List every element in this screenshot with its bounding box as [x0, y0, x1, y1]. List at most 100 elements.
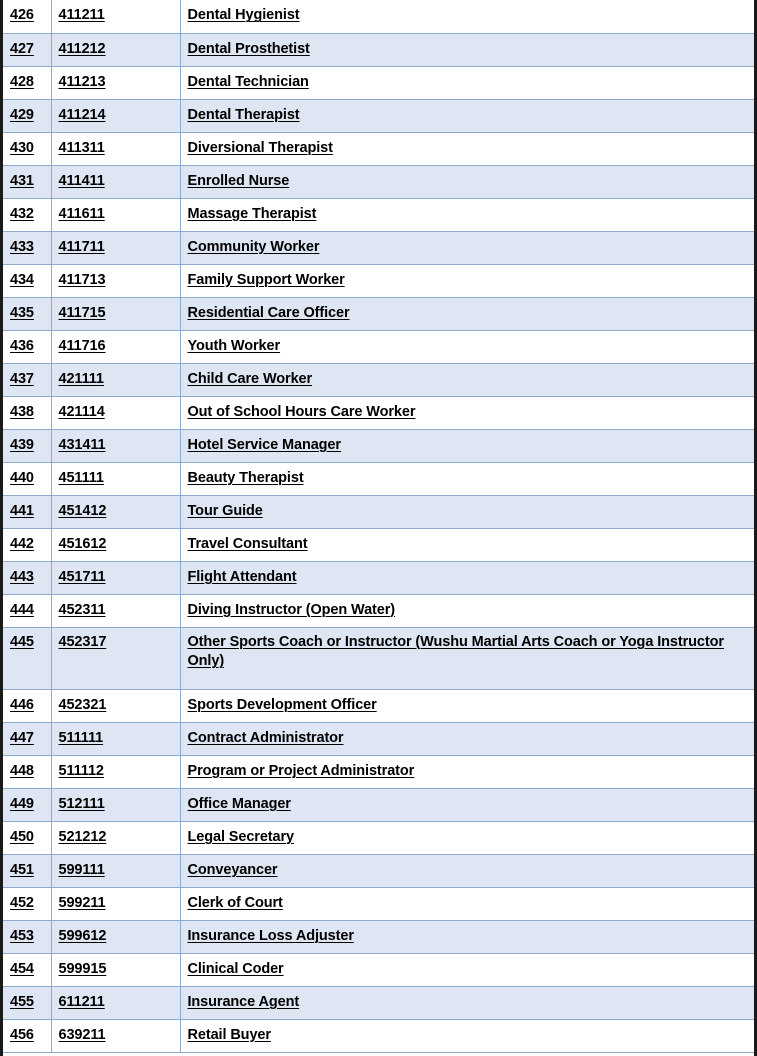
occupation-name-text: Other Sports Coach or Instructor (Wushu … — [187, 633, 724, 670]
cell-occupation-code: 451612 — [51, 527, 181, 562]
cell-occupation-name: Dental Prosthetist — [180, 32, 754, 67]
table-row: 434 411713 Family Support Worker — [3, 263, 754, 298]
cell-occupation-code: 411715 — [51, 296, 181, 331]
cell-occupation-code: 411411 — [51, 164, 181, 199]
table-row: 444 452311 Diving Instructor (Open Water) — [3, 593, 754, 628]
row-number-text: 426 — [10, 7, 34, 24]
occupation-code-text: 452321 — [58, 696, 107, 713]
row-number-text: 435 — [10, 304, 34, 321]
table-row: 429 411214 Dental Therapist — [3, 98, 754, 133]
cell-occupation-name: Insurance Loss Adjuster — [180, 919, 754, 954]
occupation-name-text: Clinical Coder — [187, 960, 284, 977]
occupation-name-text: Community Worker — [187, 238, 320, 255]
table-row: 438 421114 Out of School Hours Care Worker — [3, 395, 754, 430]
cell-occupation-code: 452317 — [51, 626, 181, 690]
row-number-text: 441 — [10, 502, 34, 519]
occupation-code-text: 451612 — [58, 535, 107, 552]
occupation-name-text: Youth Worker — [187, 337, 281, 354]
cell-row-number: 448 — [3, 754, 52, 789]
occupation-name-text: Contract Administrator — [187, 729, 344, 746]
occupation-code-text: 411715 — [58, 304, 106, 321]
table-row: 453 599612 Insurance Loss Adjuster — [3, 919, 754, 954]
table-row: 432 411611 Massage Therapist — [3, 197, 754, 232]
occupation-name-text: Out of School Hours Care Worker — [187, 403, 416, 420]
table-row: 435 411715 Residential Care Officer — [3, 296, 754, 331]
table-row: 437 421111 Child Care Worker — [3, 362, 754, 397]
cell-occupation-name: Diversional Therapist — [180, 131, 754, 166]
occupation-list-page: 426 411211 Dental Hygienist 427 411212 Dental… — [0, 0, 757, 1056]
occupation-name-text: Hotel Service Manager — [187, 436, 342, 453]
table-row: 439 431411 Hotel Service Manager — [3, 428, 754, 463]
table-row: 428 411213 Dental Technician — [3, 65, 754, 100]
occupation-code-text: 639211 — [58, 1026, 106, 1043]
table-row: 449 512111 Office Manager — [3, 787, 754, 822]
occupation-code-text: 451412 — [58, 502, 107, 519]
cell-occupation-name: Tour Guide — [180, 494, 754, 529]
row-number-text: 433 — [10, 238, 34, 255]
cell-row-number: 439 — [3, 428, 52, 463]
cell-occupation-name: Enrolled Nurse — [180, 164, 754, 199]
cell-occupation-code: 411311 — [51, 131, 181, 166]
occupation-code-text: 411311 — [58, 139, 105, 156]
cell-occupation-code: 421111 — [51, 362, 181, 397]
table-row: 446 452321 Sports Development Officer — [3, 688, 754, 723]
cell-row-number: 430 — [3, 131, 52, 166]
occupation-name-text: Insurance Loss Adjuster — [187, 927, 354, 944]
table-row: 456 639211 Retail Buyer — [3, 1018, 754, 1053]
occupation-code-text: 451711 — [58, 568, 106, 585]
cell-occupation-code: 599211 — [51, 886, 181, 921]
cell-occupation-name: Office Manager — [180, 787, 754, 822]
row-number-text: 452 — [10, 894, 34, 911]
cell-occupation-name: Contract Administrator — [180, 721, 754, 756]
occupation-code-text: 411212 — [58, 40, 106, 57]
occupation-name-text: Travel Consultant — [187, 535, 308, 552]
cell-occupation-code: 411611 — [51, 197, 181, 232]
occupation-code-text: 452317 — [58, 633, 107, 650]
cell-row-number: 438 — [3, 395, 52, 430]
cell-occupation-code: 452311 — [51, 593, 181, 628]
cell-occupation-name: Massage Therapist — [180, 197, 754, 232]
cell-occupation-name: Residential Care Officer — [180, 296, 754, 331]
cell-row-number: 434 — [3, 263, 52, 298]
cell-row-number: 433 — [3, 230, 52, 265]
cell-row-number: 451 — [3, 853, 52, 888]
cell-row-number: 442 — [3, 527, 52, 562]
cell-occupation-name: Youth Worker — [180, 329, 754, 364]
cell-row-number: 444 — [3, 593, 52, 628]
cell-occupation-name: Travel Consultant — [180, 527, 754, 562]
cell-row-number: 428 — [3, 65, 52, 100]
cell-occupation-name: Family Support Worker — [180, 263, 754, 298]
cell-row-number: 440 — [3, 461, 52, 496]
cell-occupation-name: Dental Therapist — [180, 98, 754, 133]
cell-occupation-code: 411213 — [51, 65, 181, 100]
row-number-text: 434 — [10, 271, 34, 288]
cell-occupation-code: 411211 — [51, 0, 181, 34]
occupation-name-text: Legal Secretary — [187, 828, 295, 845]
cell-occupation-code: 421114 — [51, 395, 181, 430]
row-number-text: 455 — [10, 993, 34, 1010]
occupation-code-text: 411713 — [58, 271, 106, 288]
cell-occupation-name: Legal Secretary — [180, 820, 754, 855]
table-row: 440 451111 Beauty Therapist — [3, 461, 754, 496]
cell-row-number: 446 — [3, 688, 52, 723]
cell-occupation-code: 611211 — [51, 985, 181, 1020]
table-row: 431 411411 Enrolled Nurse — [3, 164, 754, 199]
row-number-text: 431 — [10, 172, 34, 189]
cell-row-number: 456 — [3, 1018, 52, 1053]
occupation-code-text: 411611 — [58, 205, 105, 222]
cell-occupation-code: 512111 — [51, 787, 181, 822]
occupation-name-text: Dental Prosthetist — [187, 40, 310, 57]
occupation-name-text: Clerk of Court — [187, 894, 283, 911]
cell-row-number: 455 — [3, 985, 52, 1020]
occupation-code-text: 411213 — [58, 73, 106, 90]
row-number-text: 446 — [10, 696, 34, 713]
occupation-name-text: Beauty Therapist — [187, 469, 304, 486]
cell-occupation-name: Hotel Service Manager — [180, 428, 754, 463]
cell-occupation-code: 411214 — [51, 98, 181, 133]
occupation-code-text: 411711 — [58, 238, 105, 255]
occupation-code-text: 511111 — [58, 729, 104, 746]
cell-occupation-name: Dental Technician — [180, 65, 754, 100]
cell-occupation-name: Diving Instructor (Open Water) — [180, 593, 754, 628]
cell-occupation-code: 599915 — [51, 952, 181, 987]
cell-occupation-code: 511112 — [51, 754, 181, 789]
